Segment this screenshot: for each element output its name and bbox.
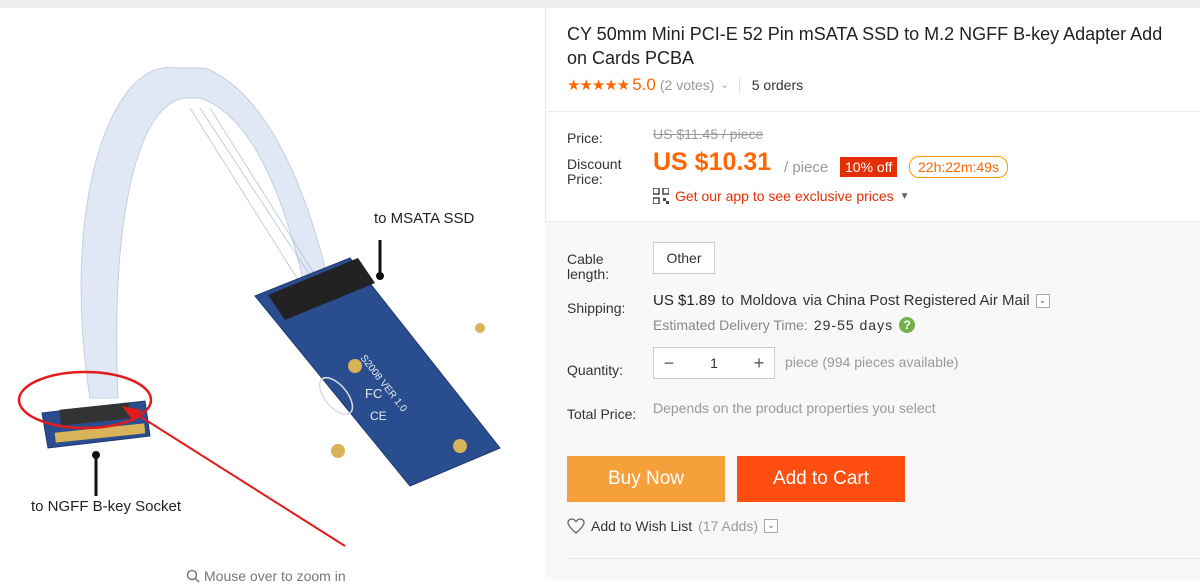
annotation-ngff: to NGFF B-key Socket: [31, 498, 182, 515]
cable-label-line-2: length:: [567, 266, 610, 282]
countdown-timer: 22h:22m:49s: [909, 156, 1008, 178]
pcb-ce-mark: CE: [370, 409, 387, 423]
specs-panel: Cable length: Other Shipping: US $1.89 t…: [545, 221, 1200, 580]
product-title: CY 50mm Mini PCI-E 52 Pin mSATA SSD to M…: [567, 24, 1163, 68]
app-promo-link[interactable]: Get our app to see exclusive prices ▼: [653, 188, 910, 204]
orders-count: 5 orders: [751, 77, 804, 93]
quantity-stepper: − 1 +: [653, 347, 775, 379]
product-image[interactable]: S2008 VER 1.0 FC CE: [0, 8, 545, 579]
votes-link[interactable]: (2 votes): [660, 77, 714, 93]
shipping-destination[interactable]: Moldova: [740, 292, 797, 309]
wish-list-link[interactable]: Add to Wish List (17 Adds) ⌄: [567, 518, 779, 534]
search-icon: [186, 569, 200, 583]
shipping-to: to: [721, 292, 735, 309]
heart-icon: [567, 518, 585, 534]
total-price-note: Depends on the product properties you se…: [653, 400, 936, 416]
wish-dropdown-icon[interactable]: ⌄: [764, 519, 779, 533]
total-price-label: Total Price:: [567, 406, 637, 422]
discount-price-label: Discount Price:: [567, 157, 621, 187]
shipping-info: US $1.89 to Moldova via China Post Regis…: [653, 292, 1050, 309]
divider: [567, 558, 1200, 559]
original-price: US $11.45 / piece: [653, 126, 764, 142]
increase-button[interactable]: +: [744, 353, 774, 374]
shipping-cost: US $1.89: [653, 292, 716, 309]
product-details: CY 50mm Mini PCI-E 52 Pin mSATA SSD to M…: [545, 8, 1200, 580]
caret-down-icon[interactable]: ▼: [900, 191, 910, 202]
current-price: US $10.31: [653, 148, 772, 176]
est-label: Estimated Delivery Time:: [653, 317, 808, 333]
discount-label-line-1: Discount: [567, 156, 622, 172]
quantity-available: piece (994 pieces available): [785, 354, 959, 370]
annotation-msata: to MSATA SSD: [374, 210, 475, 227]
shipping-method[interactable]: via China Post Registered Air Mail: [803, 292, 1030, 309]
wish-list-text[interactable]: Add to Wish List: [591, 518, 692, 534]
price-unit: / piece: [784, 159, 829, 176]
shipping-dropdown-icon[interactable]: ⌄: [1035, 293, 1050, 308]
price-label: Price:: [567, 130, 603, 146]
product-gallery[interactable]: S2008 VER 1.0 FC CE to MSATA SSD to NGFF…: [0, 8, 546, 584]
buy-now-button[interactable]: Buy Now: [567, 456, 725, 502]
zoom-hint: Mouse over to zoom in: [186, 568, 346, 584]
decrease-button[interactable]: −: [654, 353, 684, 374]
cable-label-line-1: Cable: [567, 251, 604, 267]
app-promo-text[interactable]: Get our app to see exclusive prices: [675, 188, 894, 204]
help-icon[interactable]: ?: [899, 317, 916, 333]
red-arrow-line: [129, 409, 346, 547]
quantity-input[interactable]: 1: [684, 355, 744, 371]
rating-score: 5.0: [632, 75, 656, 94]
price-block: Price: US $11.45 / piece Discount Price:…: [545, 111, 1200, 222]
chevron-down-icon[interactable]: ⌄: [720, 80, 728, 91]
add-to-cart-button[interactable]: Add to Cart: [737, 456, 905, 502]
discount-label-line-2: Price:: [567, 171, 603, 187]
wish-count: (17 Adds): [698, 518, 759, 534]
pcb-fc-mark: FC: [365, 386, 382, 401]
top-bar: [0, 0, 1200, 8]
qr-code-icon: [653, 188, 669, 204]
cable-length-label: Cable length:: [567, 252, 609, 282]
divider: [738, 77, 740, 93]
star-rating-icon: ★★★★★: [567, 77, 630, 94]
cable-option-other[interactable]: Other: [653, 242, 715, 274]
zoom-hint-text: Mouse over to zoom in: [204, 568, 346, 584]
estimated-delivery: Estimated Delivery Time: 29-55 days ?: [653, 317, 916, 333]
quantity-label: Quantity:: [567, 362, 624, 378]
discount-badge: 10% off: [840, 157, 898, 177]
est-days: 29-55 days: [813, 317, 894, 333]
shipping-label: Shipping:: [567, 300, 626, 316]
rating-row: ★★★★★ 5.0 (2 votes) ⌄ 5 orders: [567, 75, 803, 95]
